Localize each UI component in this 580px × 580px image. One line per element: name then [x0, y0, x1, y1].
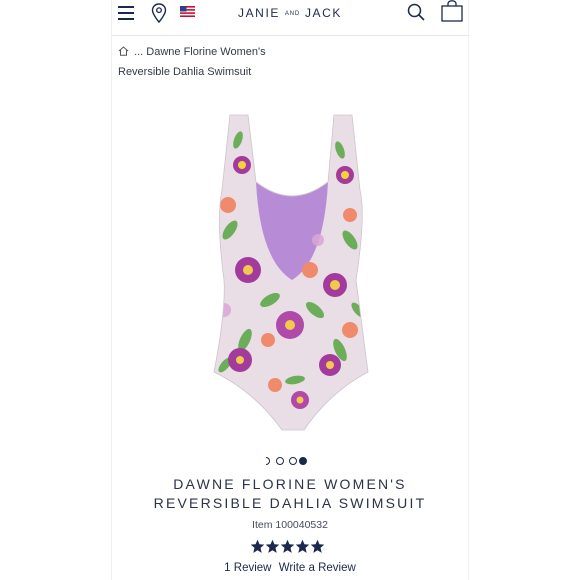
- site-logo[interactable]: JANIE AND JACK: [237, 6, 343, 20]
- location-pin-icon[interactable]: [151, 3, 167, 23]
- star-icon: [265, 539, 280, 553]
- star-icon: [310, 539, 325, 553]
- product-title: DAWNE FLORINE WOMEN'S REVERSIBLE DAHLIA …: [130, 475, 450, 513]
- home-icon[interactable]: [118, 46, 129, 56]
- search-icon[interactable]: [407, 3, 425, 21]
- hamburger-menu-icon[interactable]: [118, 6, 134, 20]
- breadcrumb: ... Dawne Florine Women's Reversible Dah…: [118, 42, 458, 82]
- logo-word-right: JACK: [304, 6, 343, 20]
- carousel-dots: [266, 456, 316, 466]
- star-icon: [295, 539, 310, 553]
- shopping-bag-icon[interactable]: [440, 0, 464, 22]
- product-image-swimsuit[interactable]: [200, 110, 380, 440]
- us-flag-icon[interactable]: [180, 6, 195, 17]
- review-count-link[interactable]: 1 Review: [224, 562, 271, 574]
- review-links: 1 Review Write a Review: [190, 562, 390, 574]
- breadcrumb-link-product[interactable]: ... Dawne Florine Women's: [134, 46, 266, 58]
- breadcrumb-line-2[interactable]: Reversible Dahlia Swimsuit: [118, 62, 458, 82]
- star-icon: [250, 539, 265, 553]
- carousel-dot-1[interactable]: [266, 457, 270, 465]
- product-title-line-2: REVERSIBLE DAHLIA SWIMSUIT: [153, 495, 427, 511]
- logo-word-left: JANIE: [237, 6, 280, 20]
- carousel-dot-3[interactable]: [289, 457, 297, 465]
- product-title-line-1: DAWNE FLORINE WOMEN'S: [173, 476, 407, 492]
- write-review-link[interactable]: Write a Review: [279, 562, 356, 574]
- breadcrumb-line-1: ... Dawne Florine Women's: [118, 42, 458, 62]
- logo-word-small: AND: [284, 11, 300, 17]
- carousel-dot-active[interactable]: [299, 457, 307, 465]
- star-icon: [280, 539, 295, 553]
- site-header: JANIE AND JACK: [111, 0, 469, 36]
- item-number: Item 100040532: [252, 519, 328, 531]
- carousel-dot-2[interactable]: [276, 457, 284, 465]
- rating-stars[interactable]: [250, 539, 330, 555]
